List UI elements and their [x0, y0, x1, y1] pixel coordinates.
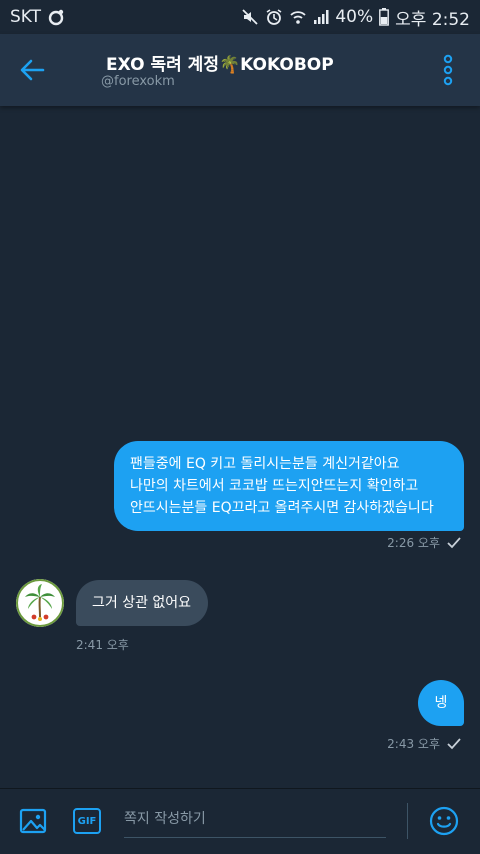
status-bar-left: SKT [10, 7, 65, 27]
more-vertical-icon [443, 54, 453, 86]
read-check-icon [447, 737, 461, 749]
conversation-title[interactable]: EXO 독려 계정🌴KOKOBOP [106, 50, 334, 75]
alarm-icon [265, 8, 283, 26]
status-bar-right: 40% 오후 2:52 [241, 5, 470, 30]
message-meta: 2:26 오후 [387, 534, 462, 551]
incoming-message-bubble[interactable]: 그거 상관 없어요 [76, 580, 208, 626]
status-time: 오후 2:52 [395, 9, 470, 30]
outgoing-message-bubble[interactable]: 넹 [418, 680, 464, 726]
message-thread: 팬들중에 EQ 키고 돌리시는분들 계신거같아요 나만의 차트에서 코코밥 뜨는… [0, 106, 480, 788]
battery-icon [379, 8, 390, 26]
signal-icon [313, 9, 329, 25]
message-timestamp: 2:41 오후 [76, 638, 129, 652]
back-arrow-icon [20, 59, 45, 81]
message-line: 나만의 차트에서 코코밥 뜨는지안뜨는지 확인하고 [130, 478, 419, 494]
avatar-palm-image [16, 579, 64, 627]
status-bar: SKT 40% 오후 2:52 [0, 0, 480, 34]
message-text: 그거 상관 없어요 [92, 595, 192, 611]
add-photo-button[interactable] [15, 803, 51, 839]
image-icon [19, 808, 47, 834]
outgoing-message-bubble[interactable]: 팬들중에 EQ 키고 돌리시는분들 계신거같아요 나만의 차트에서 코코밥 뜨는… [114, 441, 464, 531]
message-line: 팬들중에 EQ 키고 돌리시는분들 계신거같아요 [130, 456, 400, 472]
gif-label: GIF [77, 815, 97, 827]
add-gif-button[interactable]: GIF [69, 803, 105, 839]
message-meta: 2:43 오후 [387, 735, 462, 752]
back-button[interactable] [14, 52, 50, 88]
mute-icon [241, 8, 259, 26]
message-input[interactable] [124, 805, 386, 838]
message-line: 안뜨시는분들 EQ끄라고 올려주시면 감사하겠습니다 [130, 500, 434, 516]
message-composer: GIF [0, 788, 480, 854]
emoji-button[interactable] [426, 803, 462, 839]
battery-percent: 40% [335, 7, 374, 27]
sync-icon [47, 8, 65, 26]
message-timestamp: 2:43 오후 [387, 737, 440, 751]
message-timestamp: 2:26 오후 [387, 536, 440, 550]
conversation-handle[interactable]: @forexokm [101, 74, 175, 89]
composer-divider [407, 803, 408, 839]
message-meta: 2:41 오후 [76, 636, 129, 653]
more-options-button[interactable] [432, 52, 464, 88]
gif-icon: GIF [73, 808, 101, 834]
wifi-icon [289, 8, 307, 26]
sender-avatar[interactable] [16, 579, 64, 627]
conversation-header: EXO 독려 계정🌴KOKOBOP @forexokm [0, 34, 480, 106]
read-check-icon [447, 536, 461, 548]
message-text: 넹 [434, 695, 448, 711]
carrier-label: SKT [10, 7, 42, 27]
smiley-icon [429, 806, 459, 836]
